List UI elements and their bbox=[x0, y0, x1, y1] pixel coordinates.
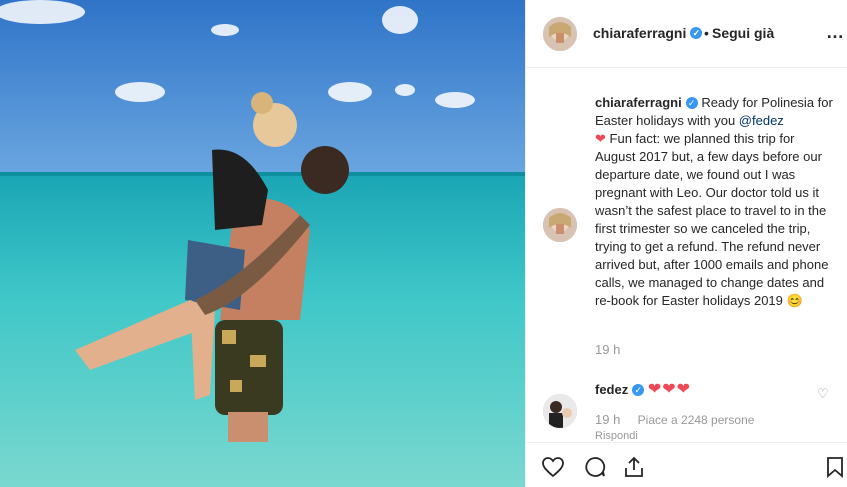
verified-badge-icon: ✓ bbox=[685, 96, 698, 109]
more-options-icon[interactable]: … bbox=[826, 22, 845, 43]
avatar-image bbox=[543, 208, 577, 242]
verified-badge-icon: ✓ bbox=[632, 383, 645, 396]
caption-timestamp: 19 h bbox=[595, 342, 621, 357]
post-header: chiaraferragni ✓ • Segui già … bbox=[526, 0, 847, 68]
avatar-image bbox=[543, 17, 577, 51]
post-panel: chiaraferragni ✓ • Segui già … chiaraferr… bbox=[525, 0, 847, 487]
comment: fedez ✓ ❤❤❤ bbox=[595, 379, 691, 399]
comment-icon[interactable] bbox=[583, 455, 607, 479]
separator-dot: • bbox=[704, 25, 709, 41]
following-button[interactable]: Segui già bbox=[712, 25, 774, 41]
smile-emoji-icon: 😊 bbox=[786, 293, 803, 308]
caption-text-part2: Fun fact: we planned this trip for Augus… bbox=[595, 131, 829, 308]
red-heart-icon: ❤ bbox=[595, 131, 606, 146]
verified-badge-icon: ✓ bbox=[690, 27, 703, 40]
post-caption: chiaraferragni ✓ Ready for Polinesia for … bbox=[595, 94, 833, 310]
hearts-emoji-icon: ❤❤❤ bbox=[647, 381, 692, 398]
bookmark-icon[interactable] bbox=[823, 455, 847, 479]
comment-likes-count[interactable]: Piace a 2248 persone bbox=[638, 413, 755, 427]
post-photo[interactable] bbox=[0, 0, 525, 487]
action-bar bbox=[526, 442, 847, 487]
comment-username[interactable]: fedez bbox=[595, 382, 628, 397]
caption-avatar[interactable] bbox=[543, 208, 577, 242]
username-text[interactable]: chiaraferragni bbox=[593, 25, 686, 41]
heart-outline-icon[interactable] bbox=[541, 455, 565, 479]
caption-username[interactable]: chiaraferragni bbox=[595, 95, 682, 110]
reply-button[interactable]: Rispondi bbox=[595, 430, 638, 441]
mention-link[interactable]: @fedez bbox=[739, 113, 784, 128]
comment-avatar[interactable] bbox=[543, 394, 577, 428]
avatar-image bbox=[543, 394, 577, 428]
avatar[interactable] bbox=[543, 17, 577, 51]
beach-photo bbox=[0, 0, 525, 487]
comment-timestamp: 19 h bbox=[595, 412, 621, 427]
header-username[interactable]: chiaraferragni ✓ bbox=[593, 25, 703, 41]
share-icon[interactable] bbox=[622, 455, 646, 479]
comment-like-icon[interactable]: ♡ bbox=[817, 386, 829, 402]
comment-meta: 19 h Piace a 2248 persone bbox=[595, 412, 768, 427]
